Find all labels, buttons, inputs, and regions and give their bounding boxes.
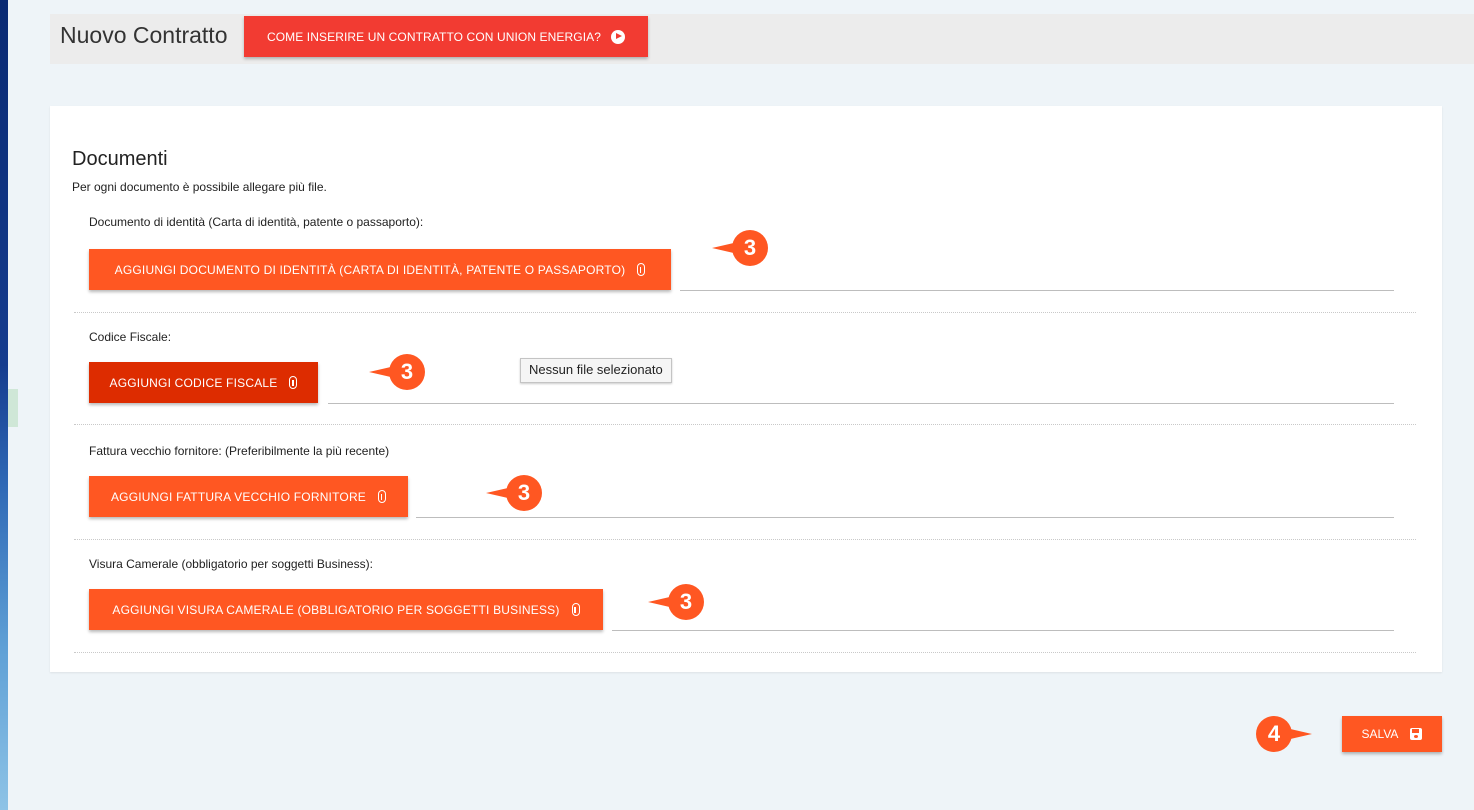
add-old-supplier-invoice-button-label: AGGIUNGI FATTURA VECCHIO FORNITORE bbox=[110, 489, 367, 504]
add-tax-code-button[interactable]: AGGIUNGI CODICE FISCALE bbox=[89, 362, 318, 403]
section-title: Documenti bbox=[72, 148, 168, 170]
video-help-button-label: COME INSERIRE UN CONTRATTO CON UNION ENE… bbox=[266, 29, 602, 44]
identity-document-label: Documento di identità (Carta di identità… bbox=[89, 215, 424, 229]
save-button-label: SALVA bbox=[1361, 727, 1399, 741]
divider bbox=[74, 539, 1416, 540]
side-tab[interactable] bbox=[8, 389, 18, 427]
page-title: Nuovo Contratto bbox=[60, 22, 228, 48]
play-circle-icon bbox=[611, 29, 626, 44]
paperclip-icon bbox=[378, 490, 387, 503]
documents-card: Documenti Per ogni documento è possibile… bbox=[50, 106, 1442, 672]
no-file-tooltip: Nessun file selezionato bbox=[520, 358, 672, 383]
add-tax-code-button-label: AGGIUNGI CODICE FISCALE bbox=[109, 375, 278, 390]
step-marker: 4 bbox=[1256, 716, 1312, 752]
paperclip-icon bbox=[289, 376, 298, 389]
video-help-button[interactable]: COME INSERIRE UN CONTRATTO CON UNION ENE… bbox=[244, 16, 648, 57]
add-identity-document-button[interactable]: AGGIUNGI DOCUMENTO DI IDENTITÀ (CARTA DI… bbox=[89, 249, 671, 290]
step-marker: 3 bbox=[648, 584, 704, 620]
old-supplier-invoice-file-input[interactable] bbox=[416, 517, 1394, 518]
divider bbox=[74, 424, 1416, 425]
paperclip-icon bbox=[637, 263, 646, 276]
tax-code-file-input[interactable] bbox=[328, 403, 1394, 404]
section-subtitle: Per ogni documento è possibile allegare … bbox=[72, 180, 327, 194]
save-button[interactable]: SALVA bbox=[1342, 716, 1442, 752]
add-chamber-extract-button-label: AGGIUNGI VISURA CAMERALE (OBBLIGATORIO P… bbox=[112, 602, 560, 617]
chamber-extract-label: Visura Camerale (obbligatorio per sogget… bbox=[89, 557, 373, 571]
paperclip-icon bbox=[571, 603, 580, 616]
add-old-supplier-invoice-button[interactable]: AGGIUNGI FATTURA VECCHIO FORNITORE bbox=[89, 476, 408, 517]
identity-file-input[interactable] bbox=[680, 290, 1394, 291]
floppy-disk-icon bbox=[1410, 728, 1423, 740]
app-main: Nuovo Contratto COME INSERIRE UN CONTRAT… bbox=[8, 0, 1474, 810]
step-marker: 3 bbox=[369, 354, 425, 390]
chamber-extract-file-input[interactable] bbox=[612, 630, 1394, 631]
tax-code-label: Codice Fiscale: bbox=[89, 330, 172, 344]
step-marker: 3 bbox=[486, 475, 542, 511]
add-chamber-extract-button[interactable]: AGGIUNGI VISURA CAMERALE (OBBLIGATORIO P… bbox=[89, 589, 603, 630]
step-marker: 3 bbox=[712, 230, 768, 266]
old-supplier-invoice-label: Fattura vecchio fornitore: (Preferibilme… bbox=[89, 444, 390, 458]
divider bbox=[74, 652, 1416, 653]
divider bbox=[74, 312, 1416, 313]
add-identity-document-button-label: AGGIUNGI DOCUMENTO DI IDENTITÀ (CARTA DI… bbox=[114, 262, 626, 277]
